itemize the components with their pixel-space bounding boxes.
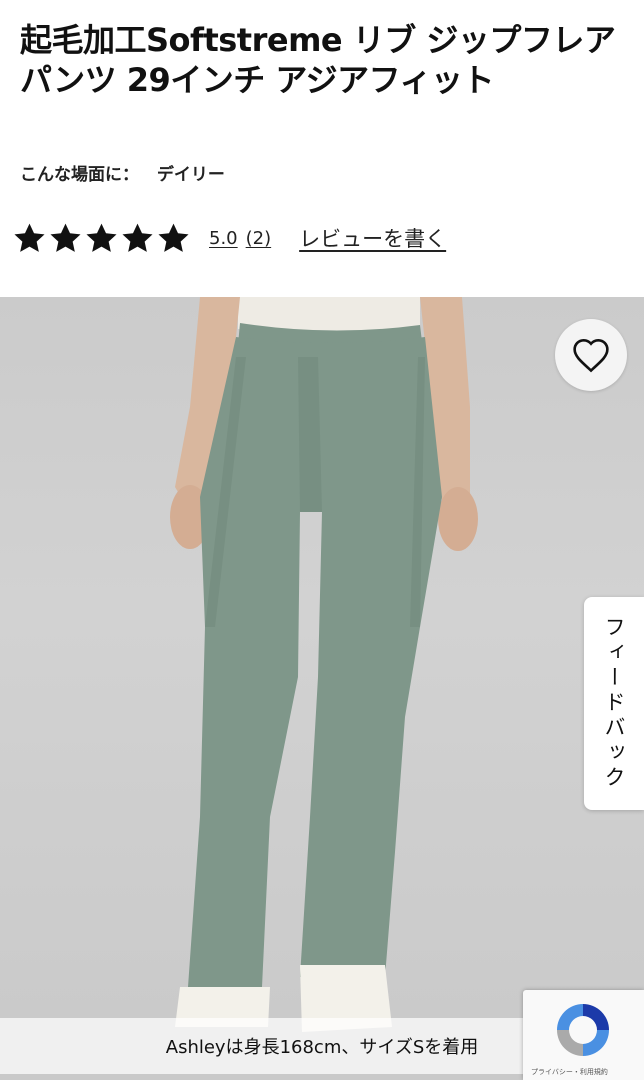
- product-title: 起毛加工Softstreme リブ ジップフレアパンツ 29インチ アジアフィッ…: [20, 21, 616, 99]
- feedback-tab[interactable]: フィードバック: [584, 597, 644, 810]
- feedback-label: フィードバック: [602, 616, 626, 791]
- recaptcha-links[interactable]: プライバシー・利用規約: [531, 1067, 608, 1077]
- heart-icon: [573, 338, 609, 373]
- product-image[interactable]: [0, 297, 644, 1080]
- model-illustration: [170, 297, 478, 1032]
- star-icon: [50, 223, 81, 252]
- star-rating: [12, 221, 191, 256]
- star-icon: [86, 223, 117, 252]
- activity-label: こんな場面に：: [20, 165, 139, 185]
- review-count: (2): [245, 227, 272, 249]
- star-icon: [14, 223, 45, 252]
- rating-score-link[interactable]: 5.0 (2): [209, 228, 271, 249]
- write-review-link[interactable]: レビューを書く: [299, 223, 446, 253]
- activity-value: デイリー: [156, 165, 225, 185]
- star-icon: [158, 223, 189, 252]
- recaptcha-icon: [557, 1004, 609, 1056]
- favorite-button[interactable]: [555, 319, 627, 391]
- rating-row: 5.0 (2) レビューを書く: [12, 218, 446, 258]
- star-icon: [122, 223, 153, 252]
- rating-value: 5.0: [209, 227, 238, 249]
- product-header: 起毛加工Softstreme リブ ジップフレアパンツ 29インチ アジアフィッ…: [0, 0, 644, 297]
- caption-text: Ashleyは身長168cm、サイズSを着用: [165, 1037, 479, 1058]
- activity-line: こんな場面に： デイリー: [20, 160, 225, 185]
- recaptcha-badge[interactable]: プライバシー・利用規約: [523, 990, 644, 1080]
